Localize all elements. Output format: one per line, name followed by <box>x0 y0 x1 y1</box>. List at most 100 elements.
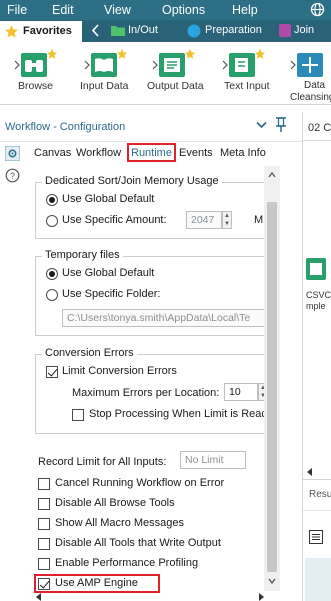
record-limit-label: Record Limit for All Inputs: <box>38 456 167 468</box>
tab-events[interactable]: Events <box>179 147 213 159</box>
temp-specific-radio[interactable] <box>46 289 58 301</box>
tool-label-data: Data <box>304 80 326 91</box>
output-data-tool[interactable] <box>152 48 196 80</box>
favorite-star-icon <box>184 48 196 60</box>
tab-preparation[interactable]: Preparation <box>205 24 262 36</box>
max-errors-input[interactable]: 10 <box>224 383 258 401</box>
canvas-divider <box>303 140 331 141</box>
chevron-left-icon[interactable] <box>91 23 101 38</box>
results-title: Resu <box>309 489 331 500</box>
svg-text:?: ? <box>10 171 15 181</box>
performance-profiling-label: Enable Performance Profiling <box>55 557 199 569</box>
temp-default-radio[interactable] <box>46 268 58 280</box>
memory-specific-label: Use Specific Amount: <box>62 214 167 226</box>
menu-view[interactable]: View <box>104 3 131 17</box>
results-header-divider <box>303 510 331 511</box>
menu-edit[interactable]: Edit <box>52 3 74 17</box>
runtime-settings: Dedicated Sort/Join Memory Usage Use Glo… <box>30 166 282 591</box>
pin-icon[interactable] <box>275 117 287 133</box>
scroll-left-icon[interactable] <box>36 593 42 601</box>
csv-label-line2: mple <box>306 301 326 311</box>
disable-browse-label: Disable All Browse Tools <box>55 497 175 509</box>
tool-label-output-data: Output Data <box>147 80 204 92</box>
limit-errors-label: Limit Conversion Errors <box>62 365 177 377</box>
preparation-icon <box>187 24 201 38</box>
cancel-on-error-checkbox[interactable] <box>38 478 50 490</box>
text-input-tool[interactable] <box>222 48 266 80</box>
results-selected-row[interactable] <box>305 558 331 601</box>
tab-canvas[interactable]: Canvas <box>34 147 71 159</box>
csv-input-tool-icon[interactable] <box>306 258 326 280</box>
input-data-tool[interactable] <box>84 48 128 80</box>
browse-tool[interactable] <box>14 48 58 80</box>
canvas-scroll-left-icon[interactable] <box>307 468 313 476</box>
scroll-up-icon[interactable] <box>268 172 276 178</box>
globe-icon[interactable] <box>310 2 325 17</box>
tool-label-text-input: Text Input <box>224 80 270 92</box>
memory-specific-radio[interactable] <box>46 215 58 227</box>
tool-palette: Browse Input Data Output Data Text Input… <box>0 42 331 105</box>
tool-category-tabs: Favorites In/Out Preparation Join <box>0 20 331 42</box>
tool-label-browse: Browse <box>18 80 54 92</box>
scroll-down-icon[interactable] <box>268 578 276 584</box>
temp-specific-label: Use Specific Folder: <box>62 288 161 300</box>
canvas-tab-title[interactable]: 02 C <box>308 122 331 134</box>
tab-meta-info[interactable]: Meta Info <box>220 147 266 159</box>
chevron-right-icon <box>290 60 296 70</box>
tool-label-cleansing: Cleansing <box>290 92 331 103</box>
chevron-down-icon[interactable] <box>256 121 267 129</box>
record-limit-input[interactable]: No Limit <box>180 451 246 469</box>
panel-title: Workflow - Configuration <box>5 121 126 133</box>
memory-group-title: Dedicated Sort/Join Memory Usage <box>42 175 222 187</box>
performance-profiling-checkbox[interactable] <box>38 558 50 570</box>
star-icon <box>4 24 19 39</box>
show-macro-messages-checkbox[interactable] <box>38 518 50 530</box>
cancel-on-error-label: Cancel Running Workflow on Error <box>55 477 225 489</box>
scroll-right-icon[interactable] <box>258 593 264 601</box>
chevron-right-icon <box>14 60 20 70</box>
max-errors-label: Maximum Errors per Location: <box>72 387 220 399</box>
memory-amount-input[interactable]: 2047 <box>186 211 222 229</box>
show-macro-messages-label: Show All Macro Messages <box>55 517 184 529</box>
menu-help[interactable]: Help <box>232 3 258 17</box>
csv-label-line1: CSVC <box>306 290 331 300</box>
chevron-right-icon <box>152 60 158 70</box>
temp-files-group: Temporary files Use Global Default Use S… <box>35 249 275 336</box>
tab-favorites[interactable]: Favorites <box>0 21 82 42</box>
menu-options[interactable]: Options <box>162 3 205 17</box>
runtime-tab-highlight <box>127 143 176 162</box>
disable-write-output-checkbox[interactable] <box>38 538 50 550</box>
config-panel-header: Workflow - Configuration <box>0 112 302 142</box>
temp-group-title: Temporary files <box>42 249 123 261</box>
disable-write-output-label: Disable All Tools that Write Output <box>55 537 221 549</box>
tab-favorites-label: Favorites <box>23 25 72 37</box>
conversion-errors-group: Conversion Errors Limit Conversion Error… <box>35 347 275 434</box>
memory-amount-stepper[interactable]: ▲ ▼ <box>222 211 232 229</box>
memory-default-label: Use Global Default <box>62 193 155 205</box>
data-cleansing-tool[interactable] <box>290 50 331 80</box>
disable-browse-checkbox[interactable] <box>38 498 50 510</box>
book-icon <box>229 53 255 77</box>
results-list-icon[interactable] <box>309 530 323 544</box>
cleansing-icon <box>297 53 323 77</box>
scrollbar-thumb[interactable] <box>267 202 277 572</box>
amp-engine-highlight <box>34 574 160 593</box>
menu-bar: File Edit View Options Help <box>0 0 331 20</box>
join-icon <box>279 24 291 37</box>
stop-processing-checkbox[interactable] <box>72 409 84 421</box>
tool-label-input-data: Input Data <box>80 80 129 92</box>
folder-icon <box>111 25 125 36</box>
limit-errors-checkbox[interactable] <box>46 366 58 378</box>
tab-join[interactable]: Join <box>294 24 314 36</box>
menu-file[interactable]: File <box>7 3 27 17</box>
tab-inout[interactable]: In/Out <box>128 24 158 36</box>
stop-processing-label: Stop Processing When Limit is Reach <box>89 408 274 420</box>
help-icon[interactable]: ? <box>5 168 20 183</box>
memory-default-radio[interactable] <box>46 194 58 206</box>
tab-workflow[interactable]: Workflow <box>76 147 121 159</box>
temp-folder-input[interactable]: C:\Users\tonya.smith\AppData\Local\Te <box>62 309 274 327</box>
output-icon <box>159 53 185 77</box>
workflow-canvas[interactable]: 02 C CSVC mple Resu <box>302 112 331 601</box>
memory-usage-group: Dedicated Sort/Join Memory Usage Use Glo… <box>35 175 275 239</box>
vertical-scrollbar[interactable] <box>264 166 280 591</box>
